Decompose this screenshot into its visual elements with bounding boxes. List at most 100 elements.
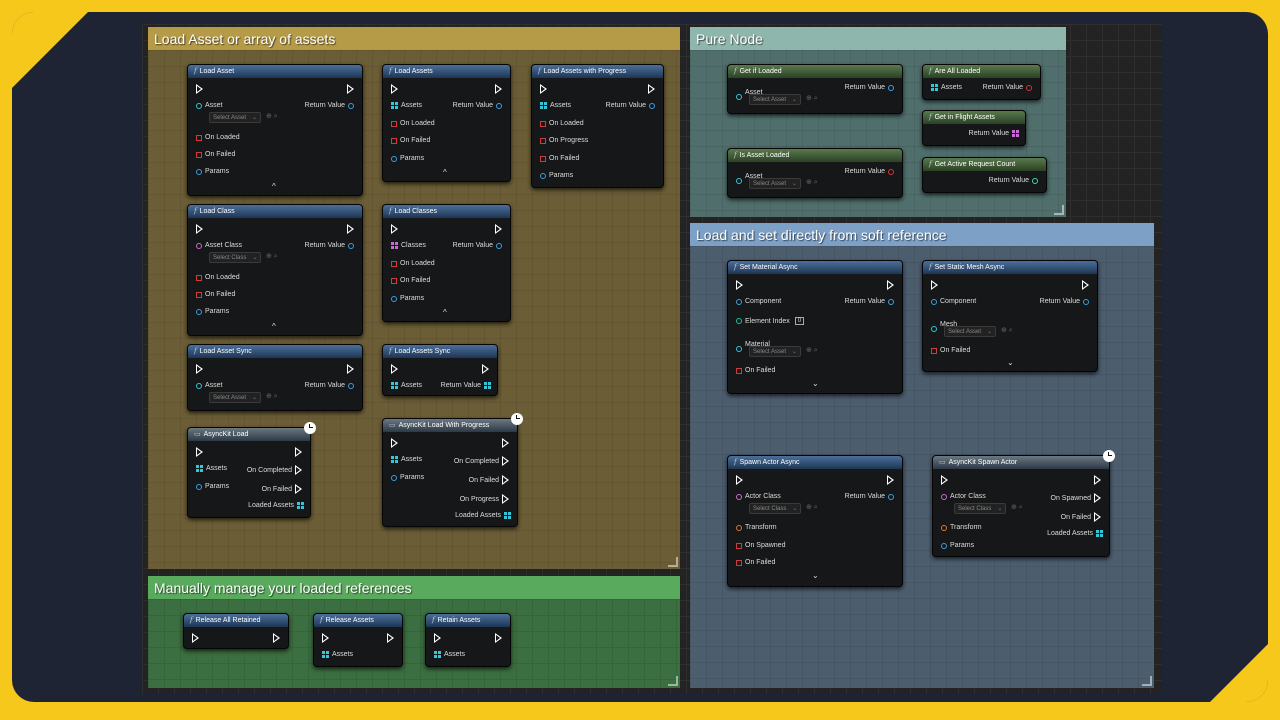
on-loaded-pin[interactable] (196, 274, 202, 281)
node-get-active-request-count[interactable]: f Get Active Request Count Return Value (922, 157, 1047, 193)
return-pin[interactable] (888, 493, 894, 500)
return-pin[interactable] (348, 102, 354, 109)
browse-icons[interactable]: ⊕ ⌕ (1001, 326, 1013, 335)
node-set-material-async[interactable]: f Set Material Async Component Return Val… (727, 260, 903, 394)
material-pin[interactable] (736, 346, 742, 352)
asset-pin[interactable] (196, 382, 202, 389)
asset-pin[interactable] (196, 102, 202, 109)
select-asset-dropdown[interactable]: Select Asset ⌄ (209, 112, 262, 123)
node-release-all-retained[interactable]: f Release All Retained (183, 613, 289, 649)
expand-caret-icon[interactable]: ^ (443, 168, 447, 177)
on-failed-pin[interactable] (295, 484, 302, 494)
browse-icons[interactable]: ⊕ ⌕ (1011, 503, 1023, 512)
on-failed-pin[interactable] (196, 151, 202, 158)
params-pin[interactable] (391, 155, 397, 162)
resize-handle[interactable] (1054, 205, 1064, 215)
exec-in-pin[interactable] (196, 364, 203, 374)
node-set-static-mesh-async[interactable]: f Set Static Mesh Async Component Return … (922, 260, 1098, 372)
exec-out-pin[interactable] (347, 364, 354, 374)
return-pin[interactable] (496, 242, 502, 249)
assets-array-pin[interactable] (322, 651, 329, 658)
on-loaded-pin[interactable] (196, 134, 202, 141)
return-int-pin[interactable] (1032, 177, 1038, 184)
exec-out-pin[interactable] (1094, 475, 1101, 485)
exec-out-pin[interactable] (1082, 280, 1089, 290)
node-load-class[interactable]: f Load Class Asset Class Select Class ⌄ ⊕ … (187, 204, 363, 336)
select-asset-dropdown[interactable]: Select Asset ⌄ (749, 94, 802, 105)
asset-class-pin[interactable] (196, 242, 202, 249)
node-retain-assets[interactable]: f Retain Assets Assets (425, 613, 511, 667)
asset-pin[interactable] (736, 178, 742, 184)
node-get-if-loaded[interactable]: f Get if Loaded Asset Select Asset ⌄ ⊕ ⌕ R… (727, 64, 903, 114)
node-is-asset-loaded[interactable]: f Is Asset Loaded Asset Select Asset ⌄ ⊕ ⌕… (727, 148, 903, 198)
exec-out-pin[interactable] (295, 447, 302, 457)
node-release-assets[interactable]: f Release Assets Assets (313, 613, 403, 667)
on-progress-pin[interactable] (502, 494, 509, 504)
loaded-assets-pin[interactable] (1096, 530, 1103, 537)
browse-icons[interactable]: ⊕ ⌕ (266, 392, 278, 401)
component-pin[interactable] (931, 298, 937, 305)
exec-in-pin[interactable] (931, 280, 938, 290)
exec-out-pin[interactable] (347, 224, 354, 234)
select-class-dropdown[interactable]: Select Class ⌄ (209, 252, 262, 263)
exec-in-pin[interactable] (391, 84, 398, 94)
select-asset-dropdown[interactable]: Select Asset ⌄ (944, 326, 997, 337)
params-pin[interactable] (941, 542, 947, 549)
on-failed-pin[interactable] (502, 475, 509, 485)
on-failed-pin[interactable] (736, 559, 742, 566)
on-spawned-pin[interactable] (1094, 493, 1101, 503)
expand-caret-icon[interactable]: ⌄ (1007, 358, 1014, 367)
node-load-classes[interactable]: f Load Classes Classes Return Value On Lo… (382, 204, 511, 322)
loaded-assets-pin[interactable] (297, 502, 304, 509)
component-pin[interactable] (736, 298, 742, 305)
return-bool-pin[interactable] (1026, 84, 1032, 91)
params-pin[interactable] (391, 295, 397, 302)
on-failed-pin[interactable] (391, 137, 397, 144)
loaded-assets-pin[interactable] (504, 512, 511, 519)
exec-out-pin[interactable] (495, 84, 502, 94)
select-class-dropdown[interactable]: Select Class ⌄ (954, 503, 1007, 514)
on-completed-pin[interactable] (295, 465, 302, 475)
node-spawn-actor-async[interactable]: f Spawn Actor Async Actor Class Select Cl… (727, 455, 903, 587)
on-loaded-pin[interactable] (391, 260, 397, 267)
browse-icons[interactable]: ⊕ ⌕ (806, 94, 818, 103)
on-failed-pin[interactable] (736, 367, 742, 374)
params-pin[interactable] (196, 308, 202, 315)
return-array-pin[interactable] (1012, 130, 1019, 137)
expand-caret-icon[interactable]: ⌄ (812, 571, 819, 580)
assets-array-pin[interactable] (540, 102, 547, 109)
assets-array-pin[interactable] (391, 102, 398, 109)
assets-array-pin[interactable] (391, 456, 398, 463)
select-class-dropdown[interactable]: Select Class ⌄ (749, 503, 802, 514)
exec-out-pin[interactable] (495, 224, 502, 234)
expand-caret-icon[interactable]: ^ (272, 182, 276, 191)
expand-caret-icon[interactable]: ^ (272, 322, 276, 331)
transform-pin[interactable] (941, 524, 947, 531)
node-load-assets-with-progress[interactable]: f Load Assets with Progress Assets Return… (531, 64, 664, 188)
exec-in-pin[interactable] (196, 84, 203, 94)
node-load-assets-sync[interactable]: f Load Assets Sync Assets Return Value (382, 344, 498, 396)
return-array-pin[interactable] (484, 382, 491, 389)
browse-icons[interactable]: ⊕ ⌕ (806, 503, 818, 512)
exec-out-pin[interactable] (648, 84, 655, 94)
exec-in-pin[interactable] (196, 224, 203, 234)
assets-array-pin[interactable] (931, 84, 938, 91)
exec-in-pin[interactable] (192, 633, 199, 643)
exec-in-pin[interactable] (941, 475, 948, 485)
blueprint-graph-canvas[interactable]: Load Asset or array of assets Pure Node … (142, 24, 1162, 694)
expand-caret-icon[interactable]: ^ (443, 308, 447, 317)
return-pin[interactable] (348, 382, 354, 389)
exec-in-pin[interactable] (391, 438, 398, 448)
element-index-input[interactable]: 0 (794, 317, 805, 325)
on-completed-pin[interactable] (502, 456, 509, 466)
exec-in-pin[interactable] (322, 633, 329, 643)
node-asynckit-spawn-actor[interactable]: ▭ AsyncKit Spawn Actor Actor Class Select… (932, 450, 1115, 557)
select-asset-dropdown[interactable]: Select Asset ⌄ (749, 346, 802, 357)
return-pin[interactable] (348, 242, 354, 249)
params-pin[interactable] (391, 474, 397, 481)
resize-handle[interactable] (668, 676, 678, 686)
exec-in-pin[interactable] (736, 280, 743, 290)
exec-out-pin[interactable] (387, 633, 394, 643)
expand-caret-icon[interactable]: ⌄ (812, 379, 819, 388)
exec-in-pin[interactable] (391, 364, 398, 374)
